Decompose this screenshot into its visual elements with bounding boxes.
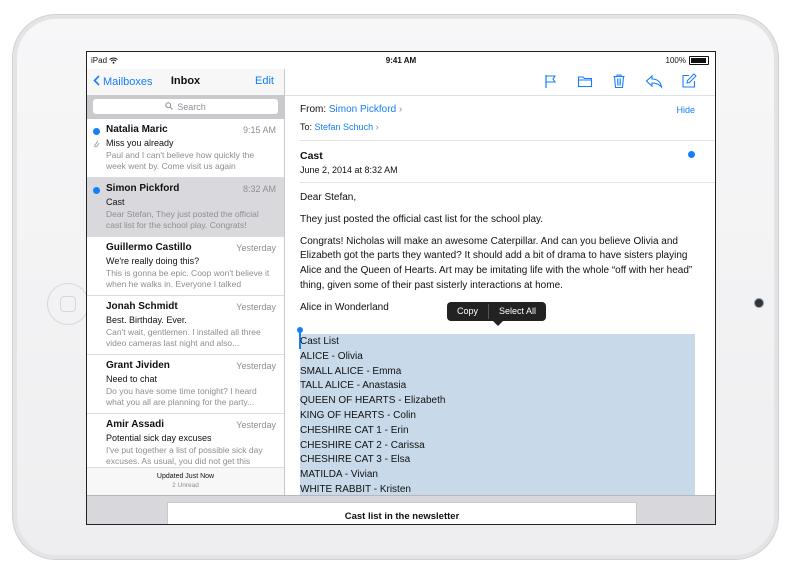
cast-line: Cast List — [300, 336, 339, 347]
cast-list[interactable]: Cast List ALICE - Olivia SMALL ALICE - Emm… — [300, 335, 695, 498]
reply-icon[interactable] — [645, 73, 663, 89]
message-sender: Amir Assadi — [106, 419, 164, 430]
edit-menu: Copy Select All — [447, 302, 547, 326]
to-recipient[interactable]: Stefan Schuch — [315, 122, 374, 132]
message-body: Dear Stefan, They just posted the offici… — [300, 191, 695, 316]
greeting: Dear Stefan, — [300, 192, 357, 203]
chevron-right-icon: › — [398, 104, 403, 115]
screen: iPad 9:41 AM 100% Mailboxes Inbox Edit S… — [86, 51, 716, 525]
message-row[interactable]: Natalia Maric 9:15 AM Miss you already P… — [87, 119, 284, 178]
copy-button[interactable]: Copy — [447, 302, 488, 321]
to-label: To: — [300, 122, 313, 132]
from-sender[interactable]: Simon Pickford — [329, 104, 396, 115]
camera — [754, 298, 764, 308]
message-subject: We're really doing this? — [106, 256, 200, 266]
message-preview: Dear Stefan, They just posted the offici… — [106, 209, 259, 230]
battery-icon — [689, 56, 709, 65]
cast-line: KING OF HEARTS - Colin — [300, 409, 416, 421]
message-row[interactable]: Guillermo Castillo Yesterday We're reall… — [87, 237, 284, 296]
message-sender: Jonah Schmidt — [106, 301, 178, 312]
message-time: Yesterday — [236, 361, 276, 371]
unread-indicator[interactable] — [688, 151, 695, 158]
header-divider — [300, 140, 715, 141]
hide-button[interactable]: Hide — [676, 105, 695, 115]
menu-arrow — [493, 321, 503, 326]
cast-line: SMALL ALICE - Emma — [300, 365, 402, 377]
message-sender: Grant Jividen — [106, 360, 170, 371]
message-time: 9:15 AM — [242, 125, 276, 135]
from-row: From: Simon Pickford › — [300, 104, 402, 115]
draft-card[interactable]: Cast list in the newsletter — [167, 502, 637, 524]
message-row[interactable]: Jonah Schmidt Yesterday Best. Birthday. … — [87, 296, 284, 355]
folder-icon[interactable] — [577, 73, 593, 89]
message-time: Yesterday — [236, 302, 276, 312]
cast-line: CHESHIRE CAT 3 - Elsa — [300, 454, 411, 466]
message-toolbar — [285, 69, 715, 96]
battery-percent: 100% — [665, 56, 686, 65]
status-time: 9:41 AM — [385, 56, 417, 65]
cast-line: CHESHIRE CAT 1 - Erin — [300, 424, 409, 436]
sidebar-nav: Mailboxes Inbox Edit — [87, 69, 284, 95]
flag-icon[interactable] — [543, 73, 559, 89]
search-placeholder: Search — [177, 101, 206, 112]
select-all-button[interactable]: Select All — [489, 302, 546, 321]
message-row[interactable]: Amir Assadi Yesterday Potential sick day… — [87, 414, 284, 467]
search-bar: Search — [87, 95, 284, 119]
draft-tray: Cast list in the newsletter — [87, 495, 715, 524]
message-subject: Need to chat — [106, 374, 158, 384]
paragraph-1: They just posted the official cast list … — [300, 213, 544, 225]
message-subject: Potential sick day excuses — [106, 433, 212, 443]
attachment-icon — [93, 139, 100, 150]
message-list: Natalia Maric 9:15 AM Miss you already P… — [87, 119, 284, 467]
edit-button[interactable]: Edit — [255, 75, 274, 87]
mailbox-sidebar: Mailboxes Inbox Edit Search Natalia Mari… — [87, 69, 285, 524]
compose-icon[interactable] — [681, 73, 697, 89]
trash-icon[interactable] — [611, 73, 627, 89]
message-sender: Simon Pickford — [106, 183, 180, 194]
message-sender: Natalia Maric — [106, 124, 168, 135]
message-time: 8:32 AM — [242, 184, 276, 194]
subject-divider — [300, 182, 715, 183]
from-label: From: — [300, 104, 327, 115]
message-time: Yesterday — [236, 243, 276, 253]
cast-line: MATILDA - Vivian — [300, 469, 378, 481]
cast-line: CHESHIRE CAT 2 - Carissa — [300, 439, 425, 451]
unread-dot — [93, 128, 100, 135]
home-button-square — [60, 296, 76, 312]
message-subject: Best. Birthday. Ever. — [106, 315, 187, 325]
message-time: Yesterday — [236, 420, 276, 430]
status-right: 100% — [666, 56, 709, 65]
message-preview: Do you have some time tonight? I heard w… — [106, 386, 257, 407]
search-input[interactable]: Search — [93, 99, 278, 114]
message-preview: Paul and I can't believe how quickly the… — [106, 150, 255, 171]
draft-title: Cast list in the newsletter — [344, 511, 460, 522]
message-row-selected[interactable]: Simon Pickford 8:32 AM Cast Dear Stefan,… — [87, 178, 284, 237]
home-button[interactable] — [47, 283, 89, 325]
message-sender: Guillermo Castillo — [106, 242, 192, 253]
message-date: June 2, 2014 at 8:32 AM — [300, 165, 398, 175]
message-subject-title: Cast — [300, 150, 323, 162]
message-preview: This is gonna be epic. Coop won't believ… — [106, 268, 270, 289]
to-row: To: Stefan Schuch › — [300, 122, 379, 132]
status-bar: iPad 9:41 AM 100% — [87, 52, 715, 69]
updated-text: Updated Just Now — [156, 473, 215, 480]
unread-count: 2 Unread — [172, 482, 199, 489]
chevron-right-icon: › — [375, 122, 379, 132]
unread-dot — [93, 187, 100, 194]
message-subject: Cast — [106, 197, 125, 207]
cast-line: ALICE - Olivia — [300, 350, 363, 362]
message-subject: Miss you already — [106, 138, 174, 148]
cast-line: TALL ALICE - Anastasia — [300, 380, 407, 392]
update-status: Updated Just Now 2 Unread — [87, 467, 284, 498]
paragraph-2: Congrats! Nicholas will make an awesome … — [300, 235, 693, 291]
cast-line: QUEEN OF HEARTS - Elizabeth — [300, 395, 446, 407]
search-icon — [165, 101, 174, 112]
message-detail: From: Simon Pickford › Hide To: Stefan S… — [285, 69, 715, 524]
message-preview: I've put together a list of possible sic… — [106, 445, 263, 466]
message-preview: Can't wait, gentlemen. I installed all t… — [106, 327, 261, 348]
message-row[interactable]: Grant Jividen Yesterday Need to chat Do … — [87, 355, 284, 414]
